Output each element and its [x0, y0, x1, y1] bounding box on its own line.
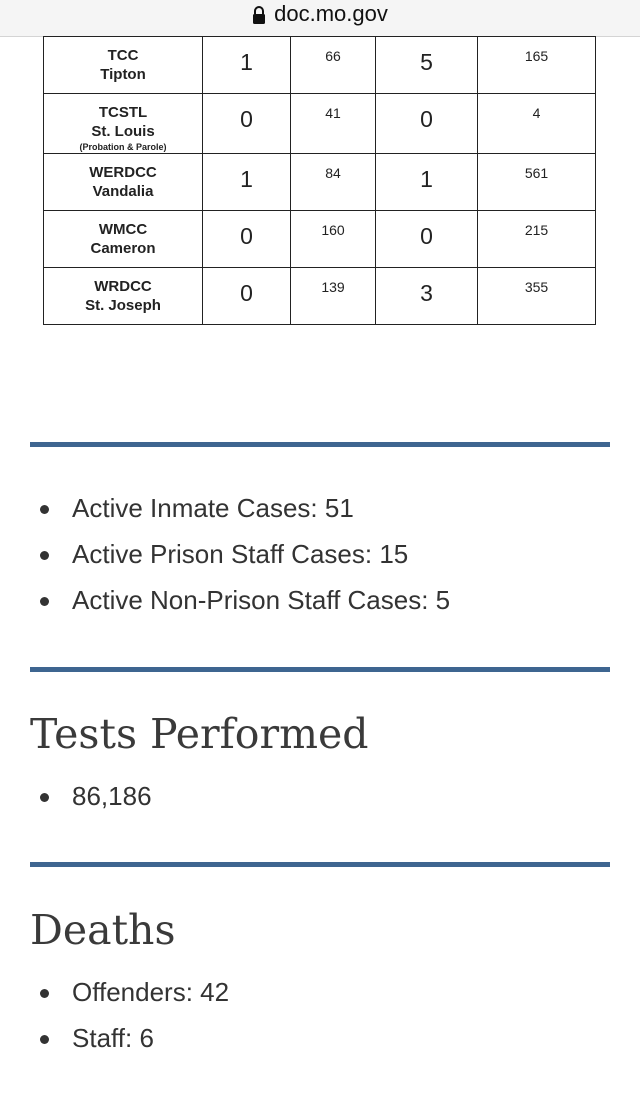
deaths-list: Offenders: 42 Staff: 6	[30, 969, 229, 1061]
lock-icon	[253, 6, 266, 24]
table-cell: 1	[202, 153, 291, 211]
facility-city: Tipton	[100, 66, 146, 83]
facility-city: Cameron	[90, 240, 156, 257]
table-row: WRDCC St. Joseph 0 139 3 355	[43, 267, 596, 325]
facility-city: St. Joseph	[85, 297, 161, 314]
facility-code: TCSTL	[98, 104, 148, 121]
table-row: WMCC Cameron 0 160 0 215	[43, 210, 596, 268]
table-cell: 66	[290, 36, 376, 94]
table-cell: 139	[290, 267, 376, 325]
list-item: Active Non-Prison Staff Cases: 5	[30, 577, 450, 623]
table-cell: 41	[290, 93, 376, 154]
deaths-heading: Deaths	[30, 906, 176, 954]
table-cell: 0	[375, 93, 478, 154]
table-cell: 160	[290, 210, 376, 268]
list-item: Staff: 6	[30, 1015, 229, 1061]
table-cell: 84	[290, 153, 376, 211]
facility-cell: TCC Tipton	[43, 36, 203, 94]
list-item: Active Inmate Cases: 51	[30, 485, 450, 531]
facility-code: WERDCC	[89, 164, 157, 181]
facility-cell: WRDCC St. Joseph	[43, 267, 203, 325]
table-cell: 1	[202, 36, 291, 94]
facility-code: TCC	[107, 47, 139, 64]
tests-list: 86,186	[30, 773, 152, 819]
table-cell: 0	[375, 210, 478, 268]
section-divider	[30, 442, 610, 447]
facility-code: WRDCC	[94, 278, 152, 295]
facility-cell: WERDCC Vandalia	[43, 153, 203, 211]
table-cell: 0	[202, 210, 291, 268]
facility-cell: WMCC Cameron	[43, 210, 203, 268]
active-cases-list: Active Inmate Cases: 51 Active Prison St…	[30, 485, 450, 623]
facility-code: WMCC	[98, 221, 148, 238]
table-cell: 3	[375, 267, 478, 325]
facility-note: (Probation & Parole)	[79, 142, 167, 152]
table-cell: 5	[375, 36, 478, 94]
table-cell: 1	[375, 153, 478, 211]
facility-city: St. Louis	[91, 123, 155, 140]
table-cell: 561	[477, 153, 596, 211]
tests-heading: Tests Performed	[30, 710, 369, 758]
table-row: TCSTL St. Louis (Probation & Parole) 0 4…	[43, 93, 596, 154]
table-cell: 355	[477, 267, 596, 325]
address-bar[interactable]: doc.mo.gov	[0, 0, 640, 37]
list-item: Active Prison Staff Cases: 15	[30, 531, 450, 577]
section-divider	[30, 667, 610, 672]
table-cell: 0	[202, 93, 291, 154]
facility-city: Vandalia	[92, 183, 154, 200]
url-text: doc.mo.gov	[274, 1, 388, 26]
list-item: 86,186	[30, 773, 152, 819]
table-row: TCC Tipton 1 66 5 165	[43, 36, 596, 94]
facility-cases-table: TCC Tipton 1 66 5 165 TCSTL St. Louis (P…	[43, 36, 596, 325]
list-item: Offenders: 42	[30, 969, 229, 1015]
table-row: WERDCC Vandalia 1 84 1 561	[43, 153, 596, 211]
table-cell: 0	[202, 267, 291, 325]
facility-cell: TCSTL St. Louis (Probation & Parole)	[43, 93, 203, 154]
section-divider	[30, 862, 610, 867]
table-cell: 4	[477, 93, 596, 154]
table-cell: 165	[477, 36, 596, 94]
table-cell: 215	[477, 210, 596, 268]
